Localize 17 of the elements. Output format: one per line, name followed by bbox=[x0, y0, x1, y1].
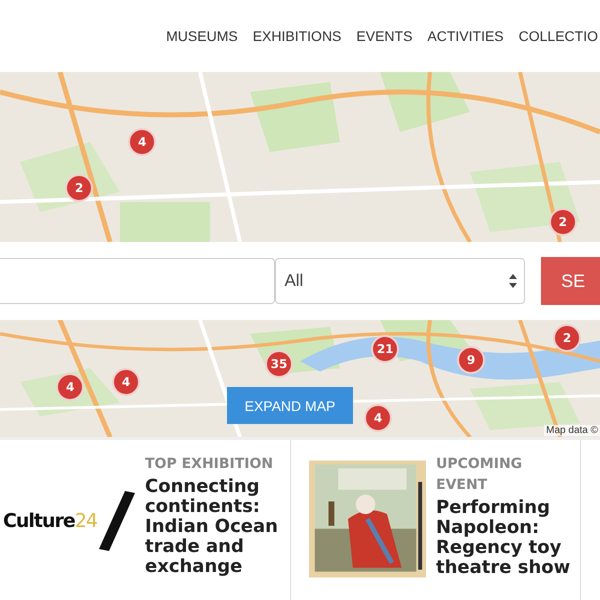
category-select[interactable]: All bbox=[275, 258, 526, 304]
expand-map-button[interactable]: EXPAND MAP bbox=[227, 387, 353, 424]
card-category: UPCOMING EVENT bbox=[436, 455, 524, 495]
nav-link[interactable]: MUSEUMS bbox=[166, 28, 238, 44]
card-title[interactable]: Performing Napoleon: Regency toy theatre show bbox=[436, 498, 576, 578]
search-field[interactable] bbox=[0, 258, 276, 304]
nav-link[interactable]: EXHIBITIONS bbox=[252, 28, 342, 44]
nav-link[interactable]: COLLECTIO bbox=[518, 28, 598, 44]
search-button[interactable]: SE bbox=[541, 257, 600, 305]
nav-link[interactable]: EVENTS bbox=[356, 28, 412, 44]
card-title[interactable]: Connecting continents: Indian Ocean trade and exchange bbox=[145, 477, 285, 577]
logo-text: Culture24 bbox=[2, 510, 97, 532]
card-category: TOP EXHIBITION bbox=[145, 455, 274, 474]
nav-link[interactable]: ACTIVITIES bbox=[427, 28, 504, 44]
slash-logo-icon bbox=[99, 491, 135, 551]
select-arrows-icon bbox=[508, 273, 518, 289]
map-attribution: Map data © bbox=[544, 425, 600, 436]
